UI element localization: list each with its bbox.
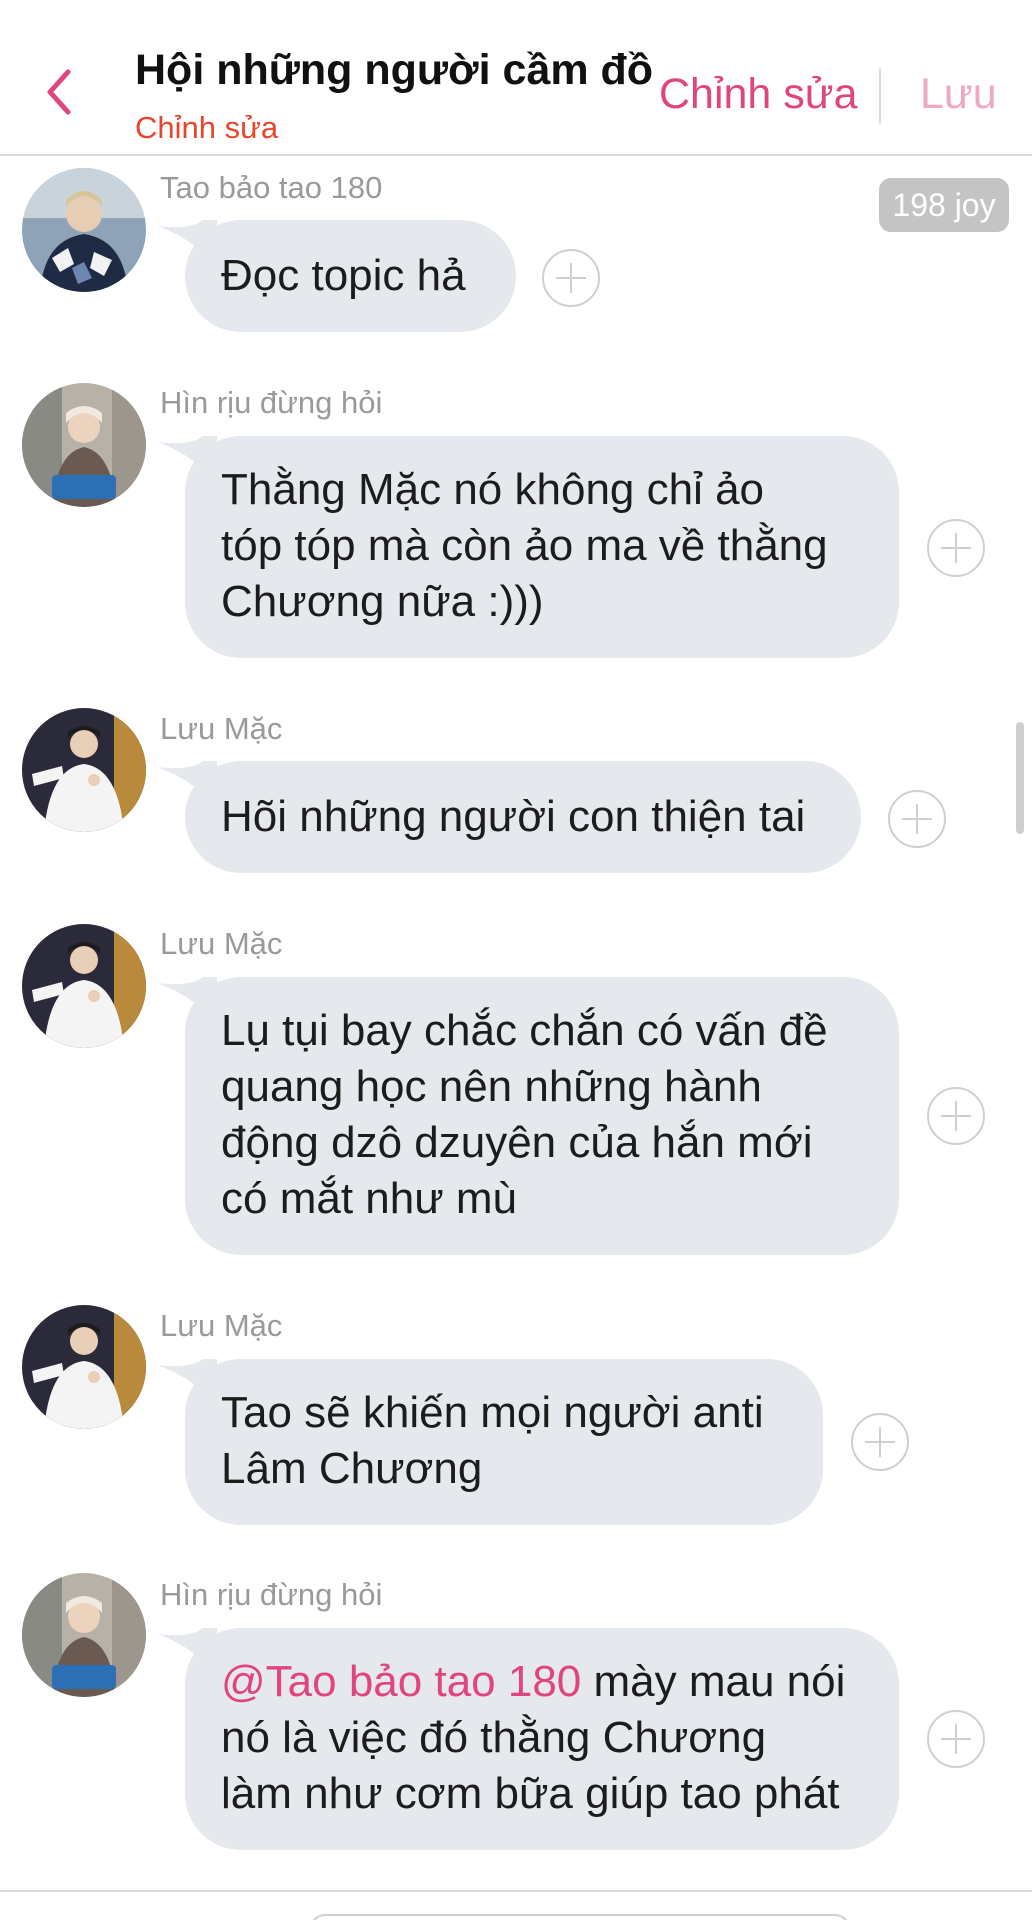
message-text: mày mau nói [581,1657,846,1706]
joy-badge: 198 joy [879,178,1009,232]
sender-name: Lưu Mặc [160,1308,283,1343]
avatar[interactable] [22,924,146,1048]
message-line: tóp tóp mà còn ảo ma về thằng [221,521,828,570]
add-reaction-button[interactable] [927,1087,985,1145]
chat-header: Hội những người cầm đồ Chỉnh sửa Chỉnh s… [0,0,1032,156]
message-line: Lụ tụi bay chắc chắn có vấn đề [221,1006,828,1055]
message-line: Đọc topic hả [221,251,466,300]
message-bubble[interactable]: Lụ tụi bay chắc chắn có vấn đề quang học… [157,977,899,1255]
add-reaction-button[interactable] [927,1710,985,1768]
message-line: nó là việc đó thằng Chương [221,1713,767,1762]
message-bubble[interactable]: Thằng Mặc nó không chỉ ảo tóp tóp mà còn… [157,436,899,658]
message-line: có mắt như mù [221,1174,518,1223]
sender-name: Hìn rịu đừng hỏi [160,1577,383,1612]
message-line: quang học nên những hành [221,1062,762,1111]
scrollbar[interactable] [1016,722,1024,834]
header-divider [879,68,881,124]
page-title: Hội những người cầm đồ [135,46,654,94]
message-bubble[interactable]: Đọc topic hả [157,220,516,332]
message-line: động dzô dzuyên của hắn mới [221,1118,813,1167]
message-line: Lâm Chương [221,1444,483,1493]
add-reaction-button[interactable] [927,519,985,577]
add-reaction-button[interactable] [851,1413,909,1471]
avatar[interactable] [22,1305,146,1429]
sender-name: Hìn rịu đừng hỏi [160,385,383,420]
avatar[interactable] [22,383,146,507]
message-bubble[interactable]: @Tao bảo tao 180 mày mau nói nó là việc … [157,1628,899,1850]
message-line: Tao sẽ khiến mọi người anti [221,1388,764,1437]
back-icon[interactable] [36,62,84,122]
sender-name: Lưu Mặc [160,711,283,746]
message-bubble[interactable]: Tao sẽ khiến mọi người anti Lâm Chương [157,1359,823,1525]
add-reaction-button[interactable] [888,790,946,848]
message-input[interactable] [310,1914,850,1920]
sender-name: Lưu Mặc [160,926,283,961]
message-line: @Tao bảo tao 180 mày mau nói [221,1654,863,1710]
message-line: Hõi những người con thiện tai [221,792,806,841]
user-mention[interactable]: @Tao bảo tao 180 [221,1657,581,1706]
add-reaction-button[interactable] [542,249,600,307]
message-line: Chương nữa :))) [221,577,544,626]
save-button[interactable]: Lưu [920,70,997,119]
avatar[interactable] [22,708,146,832]
sender-name: Tao bảo tao 180 [160,170,383,205]
message-line: làm như cơm bữa giúp tao phát [221,1769,840,1818]
page-subtitle[interactable]: Chỉnh sửa [135,110,278,146]
input-bar [0,1890,1032,1920]
avatar[interactable] [22,168,146,292]
message-bubble[interactable]: Hõi những người con thiện tai [157,761,861,873]
avatar[interactable] [22,1573,146,1697]
message-line: Thằng Mặc nó không chỉ ảo [221,465,765,514]
edit-button[interactable]: Chỉnh sửa [659,70,858,119]
